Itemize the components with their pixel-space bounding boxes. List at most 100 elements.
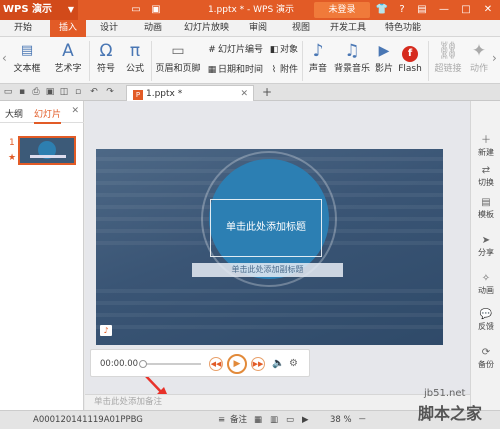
slideshow-icon: ▣ [151, 4, 161, 15]
attachment-button[interactable]: ⌇ 附件 [268, 62, 298, 78]
sidebar-item-new[interactable]: ＋ 新建 [471, 135, 500, 159]
ribbon-divider [89, 41, 90, 81]
chevron-down-icon: ▼ [67, 5, 74, 14]
slide[interactable]: 单击此处添加标题 单击此处添加副标题 ♪ [96, 149, 443, 345]
format-painter-icon[interactable]: ▫ [72, 84, 84, 101]
slide-number-icon: # [208, 45, 216, 55]
print-icon[interactable]: ⎙ [30, 84, 42, 101]
tab-review[interactable]: 审阅 [249, 20, 267, 37]
zoom-level[interactable]: 38 % [330, 411, 352, 429]
omega-icon: Ω [99, 41, 113, 61]
slide-number-label: 1 [9, 138, 15, 148]
play-button[interactable]: ▶ [227, 354, 247, 374]
export-pdf-icon[interactable]: ◫ [58, 84, 70, 101]
sidebar-item-share[interactable]: ➤ 分享 [471, 235, 500, 259]
datetime-button[interactable]: ▦ 日期和时间 [206, 62, 263, 78]
tab-view[interactable]: 视图 [292, 20, 310, 37]
slide-thumbnail[interactable] [18, 136, 76, 165]
progress-track[interactable] [143, 363, 201, 365]
document-tab[interactable]: P 1.pptx * ✕ [126, 85, 254, 101]
window-icon: ▭ [131, 4, 141, 15]
new-tab-icon[interactable]: + [262, 84, 272, 101]
header-footer-button[interactable]: ▭ 页眉和页脚 [155, 40, 201, 76]
window-title: 1.pptx * - WPS 演示 [207, 5, 295, 15]
tab-animation[interactable]: 动画 [144, 20, 162, 37]
sound-button[interactable]: ♪ 声音 [305, 40, 331, 76]
tab-features[interactable]: 特色功能 [385, 20, 421, 37]
gear-icon[interactable]: ⚙ [289, 350, 298, 378]
sorter-view-icon[interactable]: ▥ [270, 411, 278, 429]
folder-icon[interactable]: ▭ [2, 84, 14, 101]
fast-forward-button[interactable]: ▶▶ [251, 357, 265, 371]
wordart-button[interactable]: A 艺术字 [50, 40, 86, 76]
symbol-button[interactable]: Ω 符号 [93, 40, 119, 76]
login-button[interactable]: 未登录 [314, 2, 370, 18]
hyperlink-button[interactable]: ⛓ 超链接 [431, 40, 465, 76]
ribbon-scroll-right-icon[interactable]: › [492, 51, 497, 65]
background-music-button[interactable]: ♫ 背景音乐 [333, 40, 371, 76]
save-icon[interactable]: ▪ [16, 84, 28, 101]
action-button[interactable]: ✦ 动作 [466, 40, 492, 76]
pi-icon: π [129, 41, 141, 61]
close-icon[interactable]: ✕ [480, 0, 496, 20]
document-tab-bar: ▭ ▪ ⎙ ▣ ◫ ▫ ↶ ↷ P 1.pptx * ✕ + [0, 84, 500, 101]
media-player: 00:00.00 ◀◀ ▶ ▶▶ 🔈 ⚙ [90, 349, 310, 377]
title-placeholder[interactable]: 单击此处添加标题 [210, 199, 322, 257]
slideshow-view-icon[interactable]: ▶ [302, 411, 309, 429]
close-pane-icon[interactable]: ✕ [71, 106, 79, 116]
zoom-out-icon[interactable]: － [358, 411, 367, 429]
ribbon-divider [302, 41, 303, 81]
textbox-button[interactable]: ▤ 文本框 [10, 40, 44, 76]
layout-icon[interactable]: ▤ [414, 0, 430, 20]
pane-tabs: 大纲 幻灯片 ✕ [0, 101, 84, 124]
redo-icon[interactable]: ↷ [104, 84, 116, 101]
subtitle-placeholder[interactable]: 单击此处添加副标题 [192, 263, 343, 277]
sidebar-item-template[interactable]: ▤ 模板 [471, 197, 500, 221]
sidebar-item-animation[interactable]: ✧ 动画 [471, 273, 500, 297]
tab-developer[interactable]: 开发工具 [330, 20, 366, 37]
link-icon: ⛓ [437, 41, 459, 61]
calendar-icon: ▦ [207, 65, 217, 75]
undo-icon[interactable]: ↶ [88, 84, 100, 101]
audio-object-icon[interactable]: ♪ [100, 325, 112, 336]
minimize-icon[interactable]: — [436, 0, 452, 20]
ribbon-scroll-left-icon[interactable]: ‹ [2, 51, 7, 65]
tab-design[interactable]: 设计 [100, 20, 118, 37]
tab-slideshow[interactable]: 幻灯片放映 [184, 20, 229, 37]
object-button[interactable]: ◧ 对象 [268, 42, 298, 58]
sidebar-item-transition[interactable]: ⇄ 切换 [471, 165, 500, 189]
tab-outline[interactable]: 大纲 [5, 107, 23, 120]
textbox-icon: ▤ [20, 43, 34, 58]
app-menu-button[interactable]: WPS 演示 ▼ [0, 0, 78, 20]
tab-insert[interactable]: 插入 [50, 20, 86, 37]
volume-icon[interactable]: 🔈 [272, 350, 284, 378]
feedback-icon: 💬 [479, 309, 493, 320]
flash-button[interactable]: f Flash [396, 40, 424, 76]
tab-slides[interactable]: 幻灯片 [34, 107, 62, 124]
notes-toggle-label[interactable]: 备注 [230, 411, 247, 429]
video-button[interactable]: ▶ 影片 [372, 40, 396, 76]
shirt-skin-icon[interactable]: 👕 [374, 0, 390, 20]
maximize-icon[interactable]: □ [458, 0, 474, 20]
film-icon: ▶ [378, 43, 390, 59]
slide-number-button[interactable]: # 幻灯片编号 [206, 42, 263, 58]
notes-field[interactable]: 单击此处添加备注 [85, 394, 470, 410]
backup-icon: ⟳ [481, 347, 491, 358]
notes-toggle-icon[interactable]: ≡ [218, 411, 225, 429]
pptx-file-icon: P [133, 90, 143, 100]
paperclip-icon: ⌇ [271, 65, 277, 75]
close-tab-icon[interactable]: ✕ [240, 86, 248, 102]
sidebar-item-feedback[interactable]: 💬 反馈 [471, 309, 500, 333]
sidebar-item-backup[interactable]: ⟳ 备份 [471, 347, 500, 371]
template-filename: A000120141119A01PPBG [33, 415, 143, 425]
tab-home[interactable]: 开始 [14, 20, 32, 37]
normal-view-icon[interactable]: ▦ [254, 411, 262, 429]
help-icon[interactable]: ? [394, 0, 410, 20]
progress-knob[interactable] [139, 360, 147, 368]
reading-view-icon[interactable]: ▭ [286, 411, 294, 429]
formula-button[interactable]: π 公式 [122, 40, 148, 76]
status-bar: A000120141119A01PPBG ≡ 备注 ▦ ▥ ▭ ▶ 38 % － [0, 410, 500, 429]
animation-icon: ✧ [481, 273, 491, 284]
print-preview-icon[interactable]: ▣ [44, 84, 56, 101]
rewind-button[interactable]: ◀◀ [209, 357, 223, 371]
